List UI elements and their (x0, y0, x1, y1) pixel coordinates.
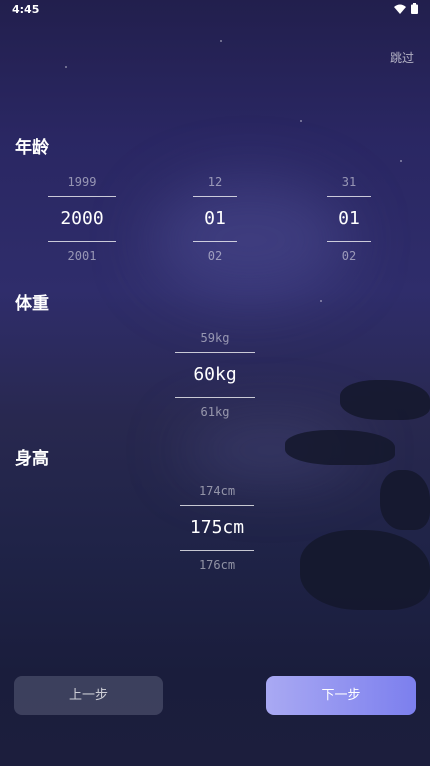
month-current[interactable]: 01 (193, 196, 237, 242)
next-step-button[interactable]: 下一步 (266, 676, 416, 715)
rock-shape (300, 530, 430, 610)
rock-shape (340, 380, 430, 420)
rock-shape (380, 470, 430, 530)
previous-step-button[interactable]: 上一步 (14, 676, 163, 715)
height-title: 身高 (15, 449, 49, 469)
height-prev[interactable]: 174cm (177, 481, 257, 501)
month-next[interactable]: 02 (175, 246, 255, 266)
star-dot (400, 160, 402, 162)
day-prev[interactable]: 31 (309, 172, 389, 192)
year-prev[interactable]: 1999 (42, 172, 122, 192)
age-title: 年龄 (15, 138, 49, 158)
year-next[interactable]: 2001 (42, 246, 122, 266)
day-picker[interactable]: 31 01 02 (309, 172, 389, 266)
horizon-glow (180, 420, 360, 480)
weight-picker[interactable]: 59kg 60kg 61kg (175, 328, 255, 422)
weight-title: 体重 (15, 294, 49, 314)
month-picker[interactable]: 12 01 02 (175, 172, 255, 266)
day-next[interactable]: 02 (309, 246, 389, 266)
height-current[interactable]: 175cm (180, 505, 254, 551)
status-time: 4:45 (12, 3, 40, 16)
star-dot (300, 120, 302, 122)
weight-prev[interactable]: 59kg (175, 328, 255, 348)
star-dot (65, 66, 67, 68)
height-next[interactable]: 176cm (177, 555, 257, 575)
month-prev[interactable]: 12 (175, 172, 255, 192)
year-current[interactable]: 2000 (48, 196, 116, 242)
battery-icon (411, 3, 418, 14)
weight-current[interactable]: 60kg (175, 352, 255, 398)
star-dot (220, 40, 222, 42)
year-picker[interactable]: 1999 2000 2001 (42, 172, 122, 266)
day-current[interactable]: 01 (327, 196, 371, 242)
status-bar: 4:45 (0, 0, 430, 20)
rock-shape (285, 430, 395, 465)
wifi-icon (394, 4, 406, 14)
star-dot (320, 300, 322, 302)
height-picker[interactable]: 174cm 175cm 176cm (177, 481, 257, 575)
status-icons (394, 3, 418, 14)
skip-button[interactable]: 跳过 (390, 49, 414, 66)
weight-next[interactable]: 61kg (175, 402, 255, 422)
